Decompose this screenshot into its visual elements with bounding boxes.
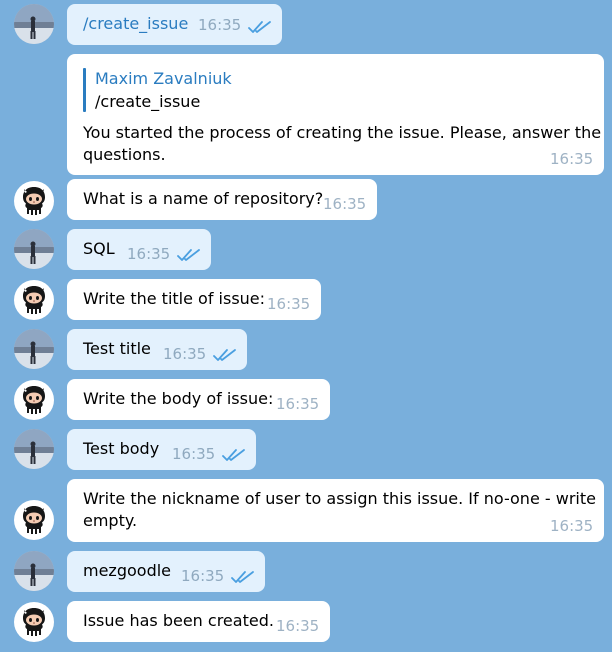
reply-author[interactable]: Maxim Zavalniuk xyxy=(95,69,232,88)
bot-avatar[interactable] xyxy=(14,280,54,320)
user-photo-icon xyxy=(14,429,54,469)
bot-avatar[interactable] xyxy=(14,500,54,540)
message-text: Write the body of issue: xyxy=(83,389,274,408)
bot-avatar[interactable] xyxy=(14,181,54,221)
message-text-line: You started the process of creating the … xyxy=(83,123,602,142)
message-bubble[interactable]: Write the body of issue: 16:35 xyxy=(67,379,330,420)
bot-avatar[interactable] xyxy=(14,380,54,420)
double-check-icon xyxy=(222,448,246,462)
message-time: 16:35 xyxy=(550,517,594,535)
user-avatar[interactable] xyxy=(14,551,54,591)
message-bubble[interactable]: /create_issue 16:35 xyxy=(67,4,282,45)
reply-text: /create_issue xyxy=(95,92,201,111)
github-octocat-icon xyxy=(14,602,54,642)
double-check-icon xyxy=(231,570,255,584)
message-text: Test body xyxy=(83,439,160,458)
github-octocat-icon xyxy=(14,280,54,320)
command-link[interactable]: /create_issue xyxy=(83,14,188,33)
message-bubble[interactable]: SQL 16:35 xyxy=(67,229,211,270)
message-time: 16:35 xyxy=(181,567,225,585)
message-bubble[interactable]: Write the title of issue: 16:35 xyxy=(67,279,321,320)
user-avatar[interactable] xyxy=(14,4,54,44)
github-octocat-icon xyxy=(14,500,54,540)
message-text: mezgoodle xyxy=(83,561,172,580)
message-text: Write the title of issue: xyxy=(83,289,266,308)
message-text: Test title xyxy=(83,339,151,358)
message-time: 16:35 xyxy=(276,617,320,635)
user-avatar[interactable] xyxy=(14,329,54,369)
message-time: 16:35 xyxy=(550,150,594,168)
message-bubble[interactable]: Write the nickname of user to assign thi… xyxy=(67,479,604,542)
message-time: 16:35 xyxy=(267,295,311,313)
message-time: 16:35 xyxy=(163,345,207,363)
double-check-icon xyxy=(248,20,272,34)
user-avatar[interactable] xyxy=(14,229,54,269)
user-photo-icon xyxy=(14,551,54,591)
message-text-line: questions. xyxy=(83,145,166,164)
github-octocat-icon xyxy=(14,380,54,420)
github-octocat-icon xyxy=(14,181,54,221)
message-time: 16:35 xyxy=(198,16,242,34)
message-bubble[interactable]: Test title 16:35 xyxy=(67,329,247,370)
message-time: 16:35 xyxy=(172,445,216,463)
double-check-icon xyxy=(177,248,201,262)
message-text: You started the process of creating the … xyxy=(83,122,601,166)
message-time: 16:35 xyxy=(323,195,367,213)
user-photo-icon xyxy=(14,329,54,369)
message-text: What is a name of repository? xyxy=(83,189,324,208)
message-bubble[interactable]: mezgoodle 16:35 xyxy=(67,551,265,592)
bot-avatar[interactable] xyxy=(14,602,54,642)
message-text: Write the nickname of user to assign thi… xyxy=(83,488,596,532)
message-bubble[interactable]: Maxim Zavalniuk /create_issue You starte… xyxy=(67,54,604,175)
message-text: SQL xyxy=(83,239,115,258)
reply-quote-bar xyxy=(83,68,86,112)
user-photo-icon xyxy=(14,229,54,269)
message-time: 16:35 xyxy=(276,395,320,413)
user-photo-icon xyxy=(14,4,54,44)
message-time: 16:35 xyxy=(127,245,171,263)
double-check-icon xyxy=(213,348,237,362)
message-text-line: Write the nickname of user to assign thi… xyxy=(83,489,596,508)
message-text: Issue has been created. xyxy=(83,611,274,630)
user-avatar[interactable] xyxy=(14,429,54,469)
message-bubble[interactable]: Issue has been created. 16:35 xyxy=(67,601,330,642)
message-bubble[interactable]: What is a name of repository? 16:35 xyxy=(67,179,377,220)
message-bubble[interactable]: Test body 16:35 xyxy=(67,429,256,470)
message-text-line: empty. xyxy=(83,511,138,530)
